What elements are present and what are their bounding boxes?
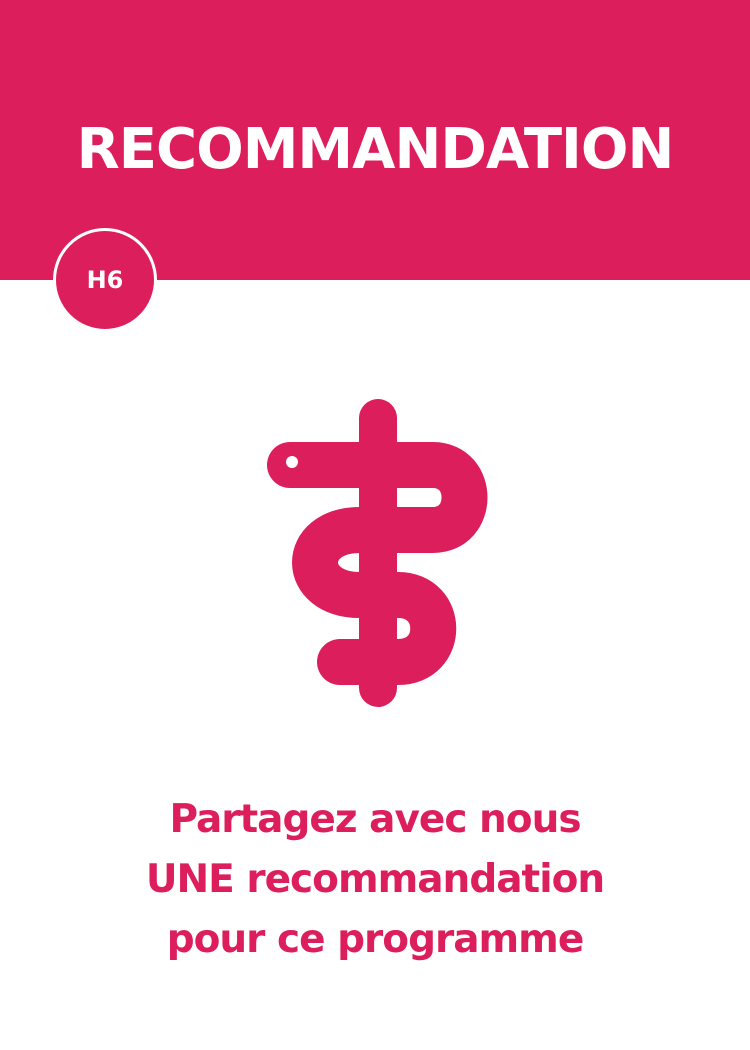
card-title: RECOMMANDATION <box>76 117 675 182</box>
message-line-2: UNE recommandation <box>145 857 605 902</box>
code-badge: H6 <box>53 228 157 332</box>
message-line-3: pour ce programme <box>166 917 585 962</box>
recommendation-message: Partagez avec nous UNE recommandation po… <box>0 790 750 970</box>
caduceus-snake-icon <box>267 399 488 707</box>
message-line-1: Partagez avec nous <box>169 797 581 842</box>
